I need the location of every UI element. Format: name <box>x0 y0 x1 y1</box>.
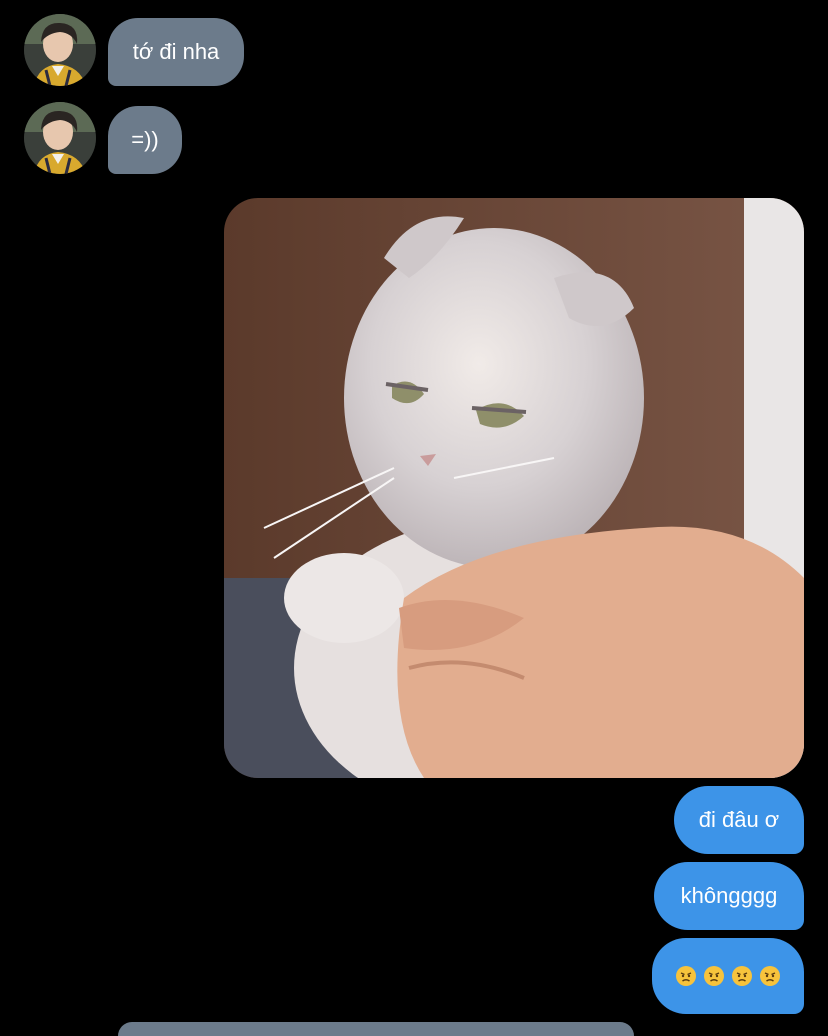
outgoing-message-bubble[interactable]: đi đâu ơ <box>674 786 804 854</box>
angry-cat-photo-icon <box>224 198 804 778</box>
message-text: đi đâu ơ <box>698 807 780 832</box>
avatar-photo <box>24 14 96 86</box>
message-text: tớ đi nha <box>132 39 220 64</box>
message-text: =)) <box>131 127 159 152</box>
emoji-group <box>672 965 784 987</box>
outgoing-message-bubble[interactable]: khôngggg <box>654 862 804 930</box>
contact-avatar[interactable] <box>24 14 96 86</box>
incoming-message-bubble[interactable]: tớ đi nha <box>108 18 244 86</box>
incoming-message-bubble[interactable]: =)) <box>108 106 182 174</box>
avatar-photo <box>24 102 96 174</box>
angry-face-icon <box>732 966 752 986</box>
angry-face-icon <box>704 966 724 986</box>
angry-face-icon <box>676 966 696 986</box>
sent-image-message[interactable] <box>224 198 804 778</box>
outgoing-emoji-message-bubble[interactable] <box>652 938 804 1014</box>
angry-face-icon <box>760 966 780 986</box>
next-message-bubble-partial[interactable] <box>118 1022 634 1036</box>
contact-avatar[interactable] <box>24 102 96 174</box>
message-text: khôngggg <box>680 883 778 908</box>
